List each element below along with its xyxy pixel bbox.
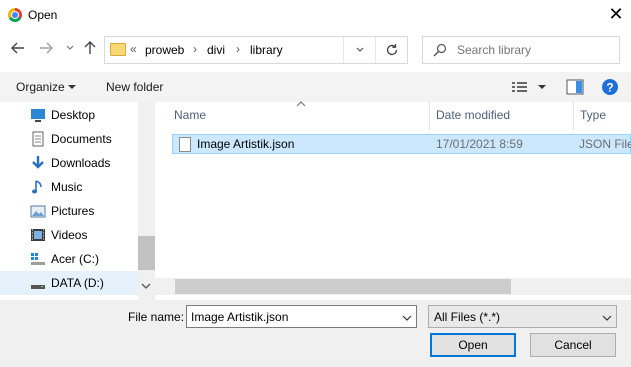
- chevron-down-icon: [356, 47, 363, 52]
- column-divider[interactable]: [573, 102, 574, 130]
- help-icon: ?: [602, 79, 618, 95]
- column-divider[interactable]: [429, 102, 430, 130]
- search-icon: [433, 43, 447, 57]
- breadcrumb-proweb[interactable]: proweb: [145, 43, 184, 57]
- pictures-icon: [30, 203, 46, 219]
- breadcrumb-separator[interactable]: ›: [236, 42, 240, 56]
- file-row[interactable]: Image Artistik.json 17/01/2021 8:59 JSON…: [172, 134, 631, 154]
- navigation-pane-scrollbar[interactable]: [138, 102, 155, 300]
- music-icon: [30, 179, 46, 195]
- file-name-input[interactable]: [191, 309, 391, 324]
- sidebar-item-acer-c[interactable]: Acer (C:): [0, 247, 138, 271]
- downloads-icon: [30, 155, 46, 171]
- file-list-scrollbar[interactable]: [155, 278, 631, 295]
- sidebar-item-downloads[interactable]: Downloads: [0, 151, 138, 175]
- sidebar-item-label: Videos: [51, 228, 88, 242]
- breadcrumb-divi[interactable]: divi: [207, 43, 225, 57]
- up-button[interactable]: [82, 40, 98, 56]
- sidebar-item-label: Documents: [51, 132, 112, 146]
- column-header-type[interactable]: Type: [580, 108, 606, 122]
- chevron-down-icon[interactable]: [68, 85, 76, 89]
- preview-pane-icon: [566, 79, 584, 95]
- file-date-modified: 17/01/2021 8:59: [436, 137, 523, 151]
- sidebar-item-documents[interactable]: Documents: [0, 127, 138, 151]
- arrow-up-icon: [84, 41, 96, 54]
- sidebar-item-label: Downloads: [51, 156, 111, 170]
- sidebar-item-label: Acer (C:): [51, 252, 99, 266]
- sidebar-item-label: Desktop: [51, 108, 96, 122]
- desktop-icon: [30, 107, 46, 123]
- arrow-right-icon: [40, 42, 53, 54]
- sidebar-item-music[interactable]: Music: [0, 175, 138, 199]
- view-options-button[interactable]: [511, 80, 529, 97]
- drive-c-icon: [30, 251, 46, 267]
- file-list: Name Date modified Type Image Artistik.j…: [155, 99, 631, 300]
- chevron-down-icon: [66, 45, 74, 50]
- column-header-name[interactable]: Name: [174, 108, 206, 122]
- svg-text:?: ?: [606, 81, 613, 95]
- sidebar-item-label: DATA (D:): [51, 276, 104, 290]
- address-bar[interactable]: « proweb › divi › library: [104, 36, 408, 64]
- folder-icon: [110, 43, 126, 56]
- column-header-date-modified[interactable]: Date modified: [436, 108, 510, 122]
- forward-button[interactable]: [38, 40, 54, 56]
- scrollbar-thumb[interactable]: [138, 236, 155, 270]
- chevron-down-icon[interactable]: [402, 311, 412, 325]
- breadcrumb-separator[interactable]: ›: [193, 42, 197, 56]
- breadcrumb-library[interactable]: library: [250, 43, 283, 57]
- new-folder-button[interactable]: New folder: [106, 80, 163, 94]
- sidebar-item-data-d[interactable]: DATA (D:): [0, 271, 138, 295]
- search-input[interactable]: [457, 42, 607, 58]
- drive-d-icon: [30, 275, 46, 291]
- sidebar-item-pictures[interactable]: Pictures: [0, 199, 138, 223]
- scrollbar-thumb[interactable]: [175, 279, 511, 294]
- navigation-pane: Desktop Documents Downloads Music Pictur…: [0, 102, 138, 300]
- back-button[interactable]: [10, 40, 26, 56]
- file-type-value: All Files (*.*): [434, 310, 501, 324]
- recent-locations-button[interactable]: [62, 40, 78, 56]
- open-button[interactable]: Open: [430, 333, 516, 357]
- scroll-down-icon[interactable]: [141, 281, 151, 292]
- organize-button[interactable]: Organize: [16, 80, 65, 94]
- close-button[interactable]: ✕: [604, 2, 628, 26]
- sidebar-item-videos[interactable]: Videos: [0, 223, 138, 247]
- help-button[interactable]: ?: [601, 78, 619, 99]
- title-bar: Open ✕: [0, 0, 631, 30]
- sort-ascending-icon: [296, 99, 306, 110]
- refresh-icon: [386, 44, 397, 56]
- breadcrumb-overflow[interactable]: «: [130, 42, 137, 56]
- cancel-button[interactable]: Cancel: [530, 333, 616, 357]
- dialog-footer: File name: All Files (*.*) Open Cancel: [0, 300, 631, 367]
- documents-icon: [30, 131, 46, 147]
- sidebar-item-label: Music: [51, 180, 83, 194]
- arrow-left-icon: [11, 42, 24, 54]
- chevron-down-icon[interactable]: [538, 85, 546, 89]
- preview-pane-button[interactable]: [566, 79, 584, 98]
- search-box[interactable]: [422, 36, 620, 64]
- address-dropdown-button[interactable]: [343, 37, 375, 63]
- command-bar: Organize New folder ?: [0, 72, 631, 102]
- file-icon: [179, 137, 191, 152]
- sidebar-item-label: Pictures: [51, 204, 95, 218]
- chevron-down-icon[interactable]: [602, 311, 612, 325]
- file-type: JSON File: [579, 137, 631, 151]
- file-name-label: File name:: [128, 310, 185, 324]
- sidebar-item-desktop[interactable]: Desktop: [0, 103, 138, 127]
- videos-icon: [30, 227, 46, 243]
- file-name: Image Artistik.json: [197, 137, 295, 151]
- chrome-icon: [8, 8, 22, 22]
- file-type-select[interactable]: All Files (*.*): [428, 305, 617, 328]
- file-name-combobox[interactable]: [186, 305, 417, 328]
- details-view-icon: [512, 82, 527, 92]
- window-title: Open: [28, 8, 58, 22]
- refresh-button[interactable]: [375, 37, 407, 63]
